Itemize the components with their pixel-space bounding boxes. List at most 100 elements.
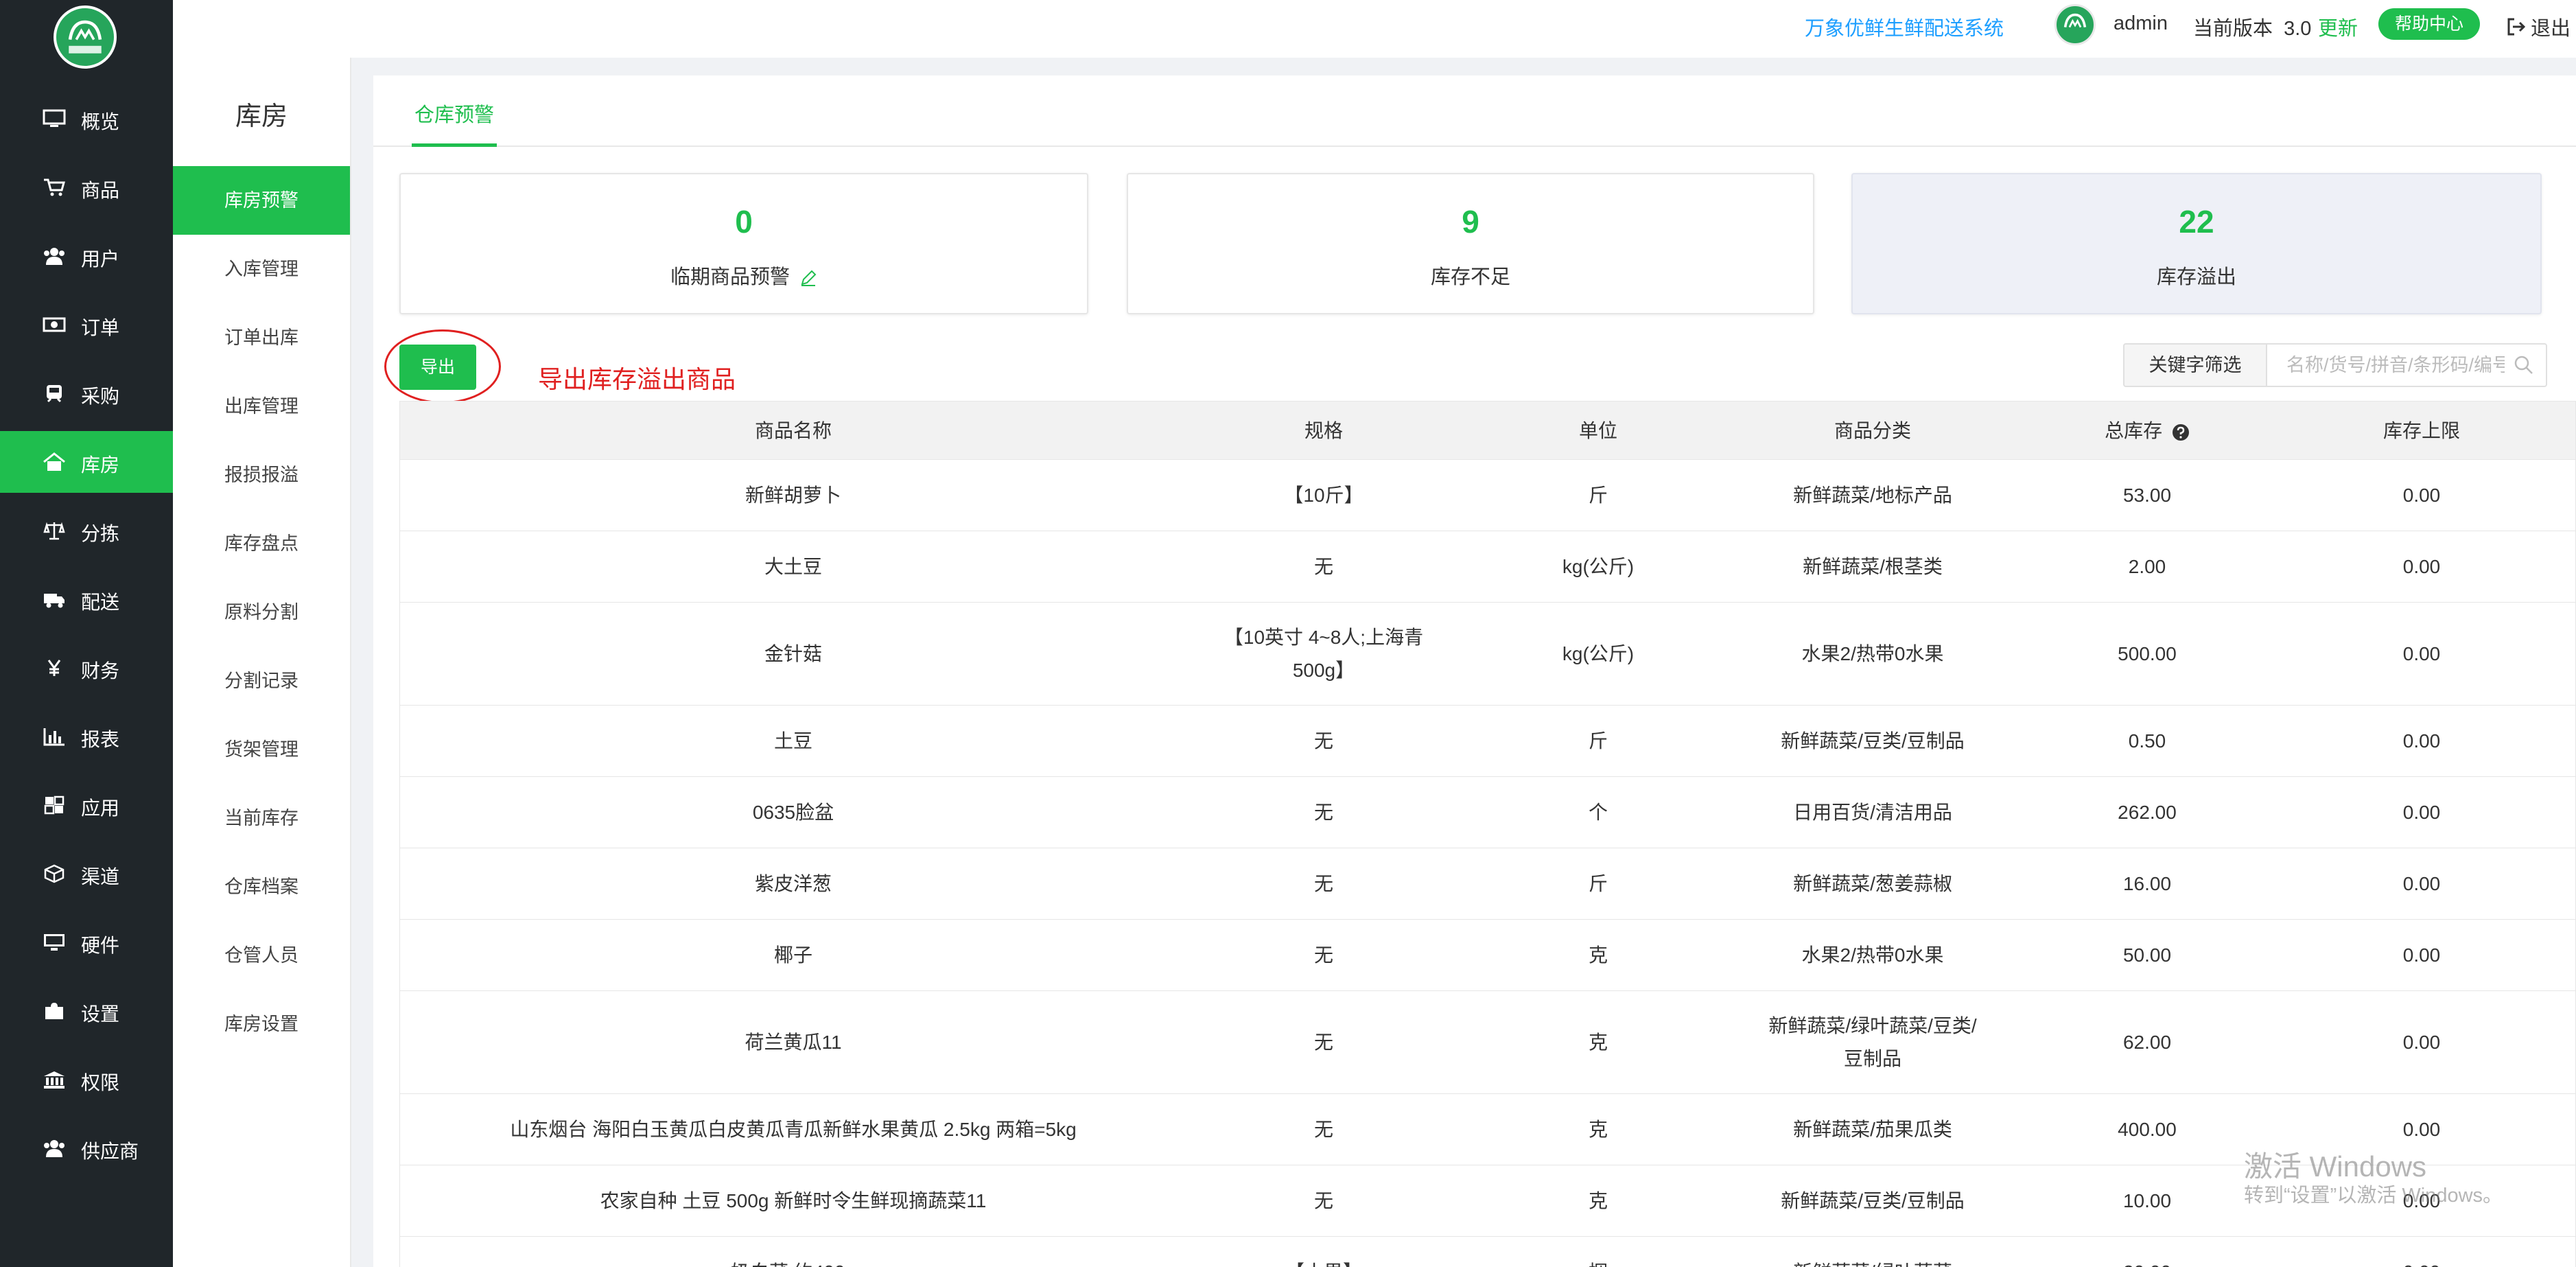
tab-bar: 仓库预警	[373, 75, 2576, 147]
logout-icon	[2507, 18, 2526, 36]
table-row[interactable]: 金针菇 【10英寸 4~8人;上海青500g】 kg(公斤) 水果2/热带0水果 500…	[399, 603, 2576, 706]
nav-item-apps[interactable]: 应用	[0, 774, 173, 836]
nav-item-finance[interactable]: 财务	[0, 637, 173, 699]
table-row[interactable]: 紫皮洋葱 无 斤 新鲜蔬菜/葱姜蒜椒 16.00 0.00	[399, 848, 2576, 920]
sub-nav: 库房 库房预警 入库管理 订单出库 出库管理 报损报溢 库存盘点 原料分割 分割…	[173, 58, 351, 1267]
nav-item-reports[interactable]: 报表	[0, 706, 173, 767]
avatar[interactable]	[2054, 4, 2096, 45]
subnav-item-shelves[interactable]: 货架管理	[173, 715, 350, 784]
brand-logo[interactable]	[54, 5, 117, 69]
subnav-item-warehouse-settings[interactable]: 库房设置	[173, 990, 350, 1058]
table-row[interactable]: 土豆 无 斤 新鲜蔬菜/豆类/豆制品 0.50 0.00	[399, 706, 2576, 777]
nav-label: 库房	[81, 454, 120, 476]
nav-item-users[interactable]: 用户	[0, 225, 173, 287]
subnav-item-keepers[interactable]: 仓管人员	[173, 921, 350, 990]
table-row[interactable]: 奶白菜 约400g【小果】捆新鲜蔬菜/绿叶蔬菜20.000.00	[399, 1237, 2576, 1267]
table-row[interactable]: 0635脸盆 无 个 日用百货/清洁用品 262.00 0.00	[399, 777, 2576, 848]
subnav-item-current-stock[interactable]: 当前库存	[173, 784, 350, 852]
stat-card-low-stock[interactable]: 9 库存不足	[1127, 173, 1814, 314]
cell-category: 日用百货/清洁用品	[1793, 801, 1952, 823]
subnav-item-split-records[interactable]: 分割记录	[173, 647, 350, 715]
nav-label: 设置	[81, 1003, 120, 1025]
train-icon	[43, 384, 66, 403]
cell-category: 水果2/热带0水果	[1801, 944, 1944, 966]
nav-label: 订单	[81, 317, 120, 338]
system-title[interactable]: 万象优鲜生鲜配送系统	[1805, 12, 2004, 41]
subnav-item-inbound[interactable]: 入库管理	[173, 235, 350, 303]
stat-label: 库存溢出	[2156, 266, 2236, 288]
puzzle-icon	[43, 1001, 66, 1021]
home-icon	[43, 452, 66, 472]
cell-category: 水果2/热带0水果	[1801, 642, 1944, 664]
cell-spec: 无	[1313, 1118, 1333, 1140]
search-icon[interactable]	[2513, 354, 2535, 376]
nav-item-purchase[interactable]: 采购	[0, 362, 173, 424]
cell-unit: 个	[1588, 801, 1608, 823]
subnav-item-outbound[interactable]: 出库管理	[173, 372, 350, 441]
cell-name: 奶白菜 约400g	[400, 1237, 1186, 1267]
logout-button[interactable]: 退出	[2506, 12, 2571, 41]
nav-item-channels[interactable]: 渠道	[0, 843, 173, 905]
nav-label: 用户	[81, 248, 120, 270]
version-label: 当前版本 3.0	[2193, 18, 2312, 40]
annotation-circle	[384, 329, 501, 404]
subnav-item-material-split[interactable]: 原料分割	[173, 578, 350, 647]
cell-name: 椰子	[773, 944, 812, 966]
truck-icon	[43, 590, 66, 609]
stat-card-expiring[interactable]: 0 临期商品预警	[399, 173, 1088, 314]
cart-icon	[43, 178, 66, 197]
stat-label: 临期商品预警	[670, 266, 790, 288]
bank-icon	[43, 1070, 66, 1089]
cell-limit: 0.00	[2402, 872, 2441, 894]
question-icon[interactable]	[2172, 423, 2190, 441]
table-row[interactable]: 荷兰黄瓜11 无 克 新鲜蔬菜/绿叶蔬菜/豆类/豆制品 62.00 0.00	[399, 991, 2576, 1094]
edit-icon[interactable]	[799, 269, 817, 287]
subnav-item-order-outbound[interactable]: 订单出库	[173, 303, 350, 372]
monitor-icon	[43, 109, 66, 128]
help-center-button[interactable]: 帮助中心	[2378, 8, 2480, 40]
nav-label: 商品	[81, 180, 120, 201]
nav-item-overview[interactable]: 概览	[0, 88, 173, 150]
nav-item-goods[interactable]: 商品	[0, 156, 173, 218]
cell-unit: 克	[1588, 1189, 1608, 1211]
cell-name: 大土豆	[764, 555, 822, 577]
cell-name: 山东烟台 海阳白玉黄瓜白皮黄瓜青瓜新鲜水果黄瓜 2.5kg 两箱=5kg	[510, 1118, 1077, 1140]
nav-item-warehouse[interactable]: 库房	[0, 431, 173, 493]
search-input[interactable]	[2266, 343, 2547, 387]
top-header: 万象优鲜生鲜配送系统 admin 当前版本 3.0 更新 帮助中心 退出	[173, 0, 2576, 58]
cell-unit: kg(公斤)	[1562, 642, 1635, 664]
tab-warehouse-alert[interactable]: 仓库预警	[412, 99, 497, 147]
table-row[interactable]: 椰子 无 克 水果2/热带0水果 50.00 0.00	[399, 920, 2576, 991]
table-row[interactable]: 新鲜胡萝卜 【10斤】 斤 新鲜蔬菜/地标产品 53.00 0.00	[399, 460, 2576, 531]
cell-stock: 2.00	[2128, 555, 2166, 577]
logout-label: 退出	[2531, 18, 2571, 40]
column-header-limit: 库存上限	[2382, 420, 2460, 441]
subnav-item-stocktake[interactable]: 库存盘点	[173, 509, 350, 578]
cell-limit: 0.00	[2402, 730, 2441, 752]
nav-item-hardware[interactable]: 硬件	[0, 911, 173, 973]
cell-limit: 0.00	[2402, 555, 2441, 577]
group-icon	[43, 1139, 66, 1158]
username[interactable]: admin	[2114, 12, 2168, 35]
cell-category: 新鲜蔬菜/绿叶蔬菜	[1735, 1237, 2010, 1267]
nav-item-delivery[interactable]: 配送	[0, 568, 173, 630]
cell-unit: 捆	[1461, 1237, 1735, 1267]
keyword-filter-label[interactable]: 关键字筛选	[2123, 343, 2267, 387]
column-header-stock-label: 总库存	[2105, 420, 2163, 441]
cell-stock: 62.00	[2122, 1031, 2172, 1053]
nav-item-suppliers[interactable]: 供应商	[0, 1117, 173, 1179]
subnav-item-warehouse-alert[interactable]: 库房预警	[173, 166, 350, 235]
cell-stock: 50.00	[2122, 944, 2172, 966]
stat-card-overflow[interactable]: 22 库存溢出	[1851, 173, 2542, 314]
subnav-item-warehouse-archive[interactable]: 仓库档案	[173, 852, 350, 921]
nav-item-settings[interactable]: 设置	[0, 980, 173, 1042]
cell-spec: 无	[1313, 872, 1333, 894]
subnav-item-loss-report[interactable]: 报损报溢	[173, 441, 350, 509]
nav-item-sorting[interactable]: 分拣	[0, 500, 173, 561]
cell-name: 金针菇	[764, 642, 822, 664]
update-link[interactable]: 更新	[2318, 12, 2358, 41]
column-header-name: 商品名称	[754, 420, 832, 441]
nav-item-orders[interactable]: 订单	[0, 294, 173, 356]
nav-item-permissions[interactable]: 权限	[0, 1049, 173, 1111]
table-row[interactable]: 大土豆 无 kg(公斤) 新鲜蔬菜/根茎类 2.00 0.00	[399, 531, 2576, 603]
